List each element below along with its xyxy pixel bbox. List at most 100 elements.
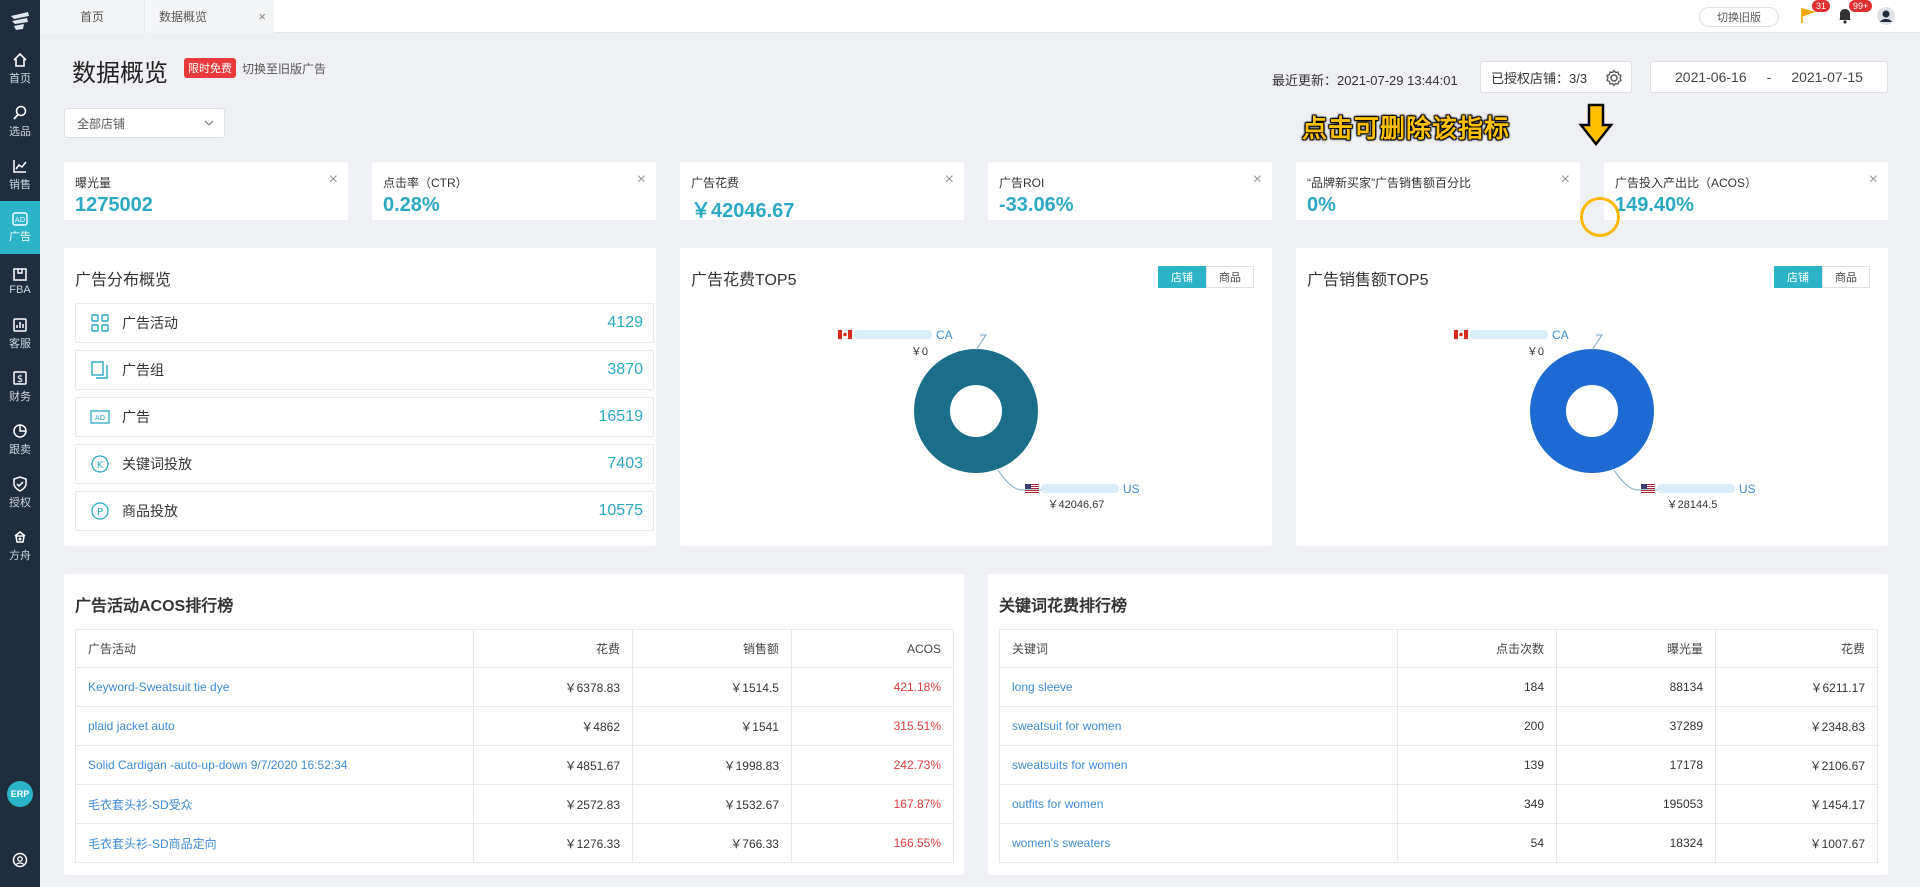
- row-link[interactable]: plaid jacket auto: [75, 706, 474, 746]
- row-link[interactable]: sweatsuit for women: [999, 706, 1398, 746]
- table-cell: 18324: [1556, 823, 1716, 863]
- sidebar-item-ads[interactable]: AD 广告: [0, 201, 40, 254]
- list-item[interactable]: 广告组 3870: [75, 350, 654, 390]
- metric-label: “品牌新买家”广告销售额百分比: [1307, 176, 1471, 190]
- row-link[interactable]: outfits for women: [999, 784, 1398, 824]
- store-name-blurred: [854, 330, 932, 339]
- close-icon[interactable]: ×: [945, 171, 954, 189]
- authorized-stores-text: 已授权店铺：3/3: [1491, 70, 1588, 86]
- table-cell: ￥6378.83: [473, 667, 633, 707]
- table-cell: ￥2572.83: [473, 784, 633, 824]
- sidebar-item-auth[interactable]: 授权: [0, 466, 40, 519]
- notification-flag[interactable]: 31: [1800, 0, 1831, 29]
- sidebar-item-label: 首页: [9, 72, 31, 85]
- dimension-toggle: 店铺 商品: [1774, 266, 1870, 288]
- toggle-store-button[interactable]: 店铺: [1158, 266, 1206, 288]
- store-name-blurred: [1657, 484, 1735, 493]
- tab-label: 首页: [79, 10, 104, 24]
- tab-home[interactable]: 首页: [40, 0, 144, 33]
- notification-bell[interactable]: 99+: [1837, 0, 1873, 29]
- sidebar-item-service[interactable]: 客服: [0, 307, 40, 360]
- column-header: ACOS: [791, 629, 954, 668]
- toggle-product-button[interactable]: 商品: [1206, 266, 1254, 288]
- switch-old-version-button[interactable]: 切换旧版: [1699, 7, 1779, 27]
- table-cell: 315.51%: [791, 706, 954, 746]
- metric-value: 1275002: [75, 194, 153, 216]
- date-to[interactable]: 2021-07-15: [1791, 69, 1863, 85]
- table-cell: 184: [1397, 667, 1557, 707]
- gear-icon[interactable]: [1605, 69, 1623, 87]
- fba-icon: [13, 267, 27, 281]
- chart-line-icon: [13, 159, 27, 173]
- keyword-spend-panel: 关键词花费排行榜 关键词 点击次数 曝光量 花费 long sleeve 184 8…: [988, 574, 1888, 875]
- sidebar-item-selection[interactable]: 选品: [0, 95, 40, 148]
- store-select-dropdown[interactable]: 全部店铺: [64, 108, 225, 138]
- logo[interactable]: [0, 0, 40, 42]
- table-cell: ￥1454.17: [1715, 784, 1878, 824]
- svg-text:$: $: [17, 374, 23, 385]
- list-item[interactable]: P 商品投放 10575: [75, 491, 654, 531]
- k-circle-icon: K: [91, 455, 109, 473]
- list-item-value: 4129: [607, 314, 643, 331]
- tab-data-overview[interactable]: 数据概览 ×: [144, 0, 274, 33]
- value-label: ￥42046.67: [1048, 499, 1105, 511]
- date-separator: -: [1766, 69, 1772, 85]
- tab-close-icon[interactable]: ×: [258, 9, 266, 24]
- grid-icon: [91, 314, 109, 332]
- sidebar-item-label: 跟卖: [9, 443, 31, 456]
- flag-badge: 31: [1812, 0, 1831, 12]
- table-row: sweatsuit for women 200 37289 ￥2348.83: [999, 706, 1878, 746]
- user-avatar[interactable]: [1876, 6, 1896, 31]
- close-icon[interactable]: ×: [1561, 171, 1570, 189]
- toggle-store-button[interactable]: 店铺: [1774, 266, 1822, 288]
- sidebar-item-ark[interactable]: 方舟: [0, 519, 40, 572]
- erp-button[interactable]: ERP: [7, 781, 33, 807]
- table-cell: 88134: [1556, 667, 1716, 707]
- switch-old-ads-link[interactable]: 切换至旧版广告: [242, 60, 326, 77]
- shield-icon: [13, 475, 27, 492]
- toggle-product-button[interactable]: 商品: [1822, 266, 1870, 288]
- table-cell: ￥1514.5: [632, 667, 792, 707]
- sidebar-item-fba[interactable]: FBA: [0, 254, 40, 307]
- close-icon[interactable]: ×: [1869, 171, 1878, 189]
- close-icon[interactable]: ×: [329, 171, 338, 189]
- pie-icon: [13, 423, 27, 438]
- row-link[interactable]: Keyword-Sweatsuit tie dye: [75, 667, 474, 707]
- date-range-picker[interactable]: 2021-06-16 - 2021-07-15: [1650, 61, 1888, 93]
- table-cell: 349: [1397, 784, 1557, 824]
- ad-box-icon: AD: [90, 410, 110, 424]
- svg-text:K: K: [97, 460, 104, 471]
- p-circle-icon: P: [91, 502, 109, 520]
- row-link[interactable]: long sleeve: [999, 667, 1398, 707]
- sidebar-item-follow[interactable]: 跟卖: [0, 413, 40, 466]
- sidebar-item-sales[interactable]: 销售: [0, 148, 40, 201]
- flag-icon: [1025, 484, 1039, 493]
- list-item[interactable]: K 关键词投放 7403: [75, 444, 654, 484]
- row-link[interactable]: 毛衣套头衫-SD受众: [75, 784, 474, 824]
- pie-slice[interactable]: [914, 349, 1038, 473]
- settings-icon[interactable]: [12, 852, 28, 873]
- authorized-stores-box[interactable]: 已授权店铺：3/3: [1480, 61, 1632, 93]
- sidebar-item-finance[interactable]: $ 财务: [0, 360, 40, 413]
- table-cell: ￥1998.83: [632, 745, 792, 785]
- close-icon[interactable]: ×: [637, 171, 646, 189]
- close-icon[interactable]: ×: [1253, 171, 1262, 189]
- list-item[interactable]: AD 广告 16519: [75, 397, 654, 437]
- top-tab-bar: 首页 数据概览 × 切换旧版 31 99+: [40, 0, 1920, 33]
- logo-icon: [11, 12, 29, 30]
- pie-slice[interactable]: [1530, 349, 1654, 473]
- sidebar-item-label: 销售: [9, 178, 31, 191]
- page-title: 数据概览: [72, 60, 168, 87]
- row-link[interactable]: 毛衣套头衫-SD商品定向: [75, 823, 474, 863]
- date-from[interactable]: 2021-06-16: [1675, 69, 1747, 85]
- sidebar-item-home[interactable]: 首页: [0, 42, 40, 95]
- ad-icon: AD: [12, 211, 28, 226]
- row-link[interactable]: Solid Cardigan -auto-up-down 9/7/2020 16…: [75, 745, 474, 785]
- table-cell: ￥4851.67: [473, 745, 633, 785]
- finance-icon: $: [13, 370, 27, 385]
- list-item[interactable]: 广告活动 4129: [75, 303, 654, 343]
- list-item-value: 10575: [598, 502, 644, 519]
- row-link[interactable]: sweatsuits for women: [999, 745, 1398, 785]
- row-link[interactable]: women's sweaters: [999, 823, 1398, 863]
- flag-icon: [837, 329, 853, 340]
